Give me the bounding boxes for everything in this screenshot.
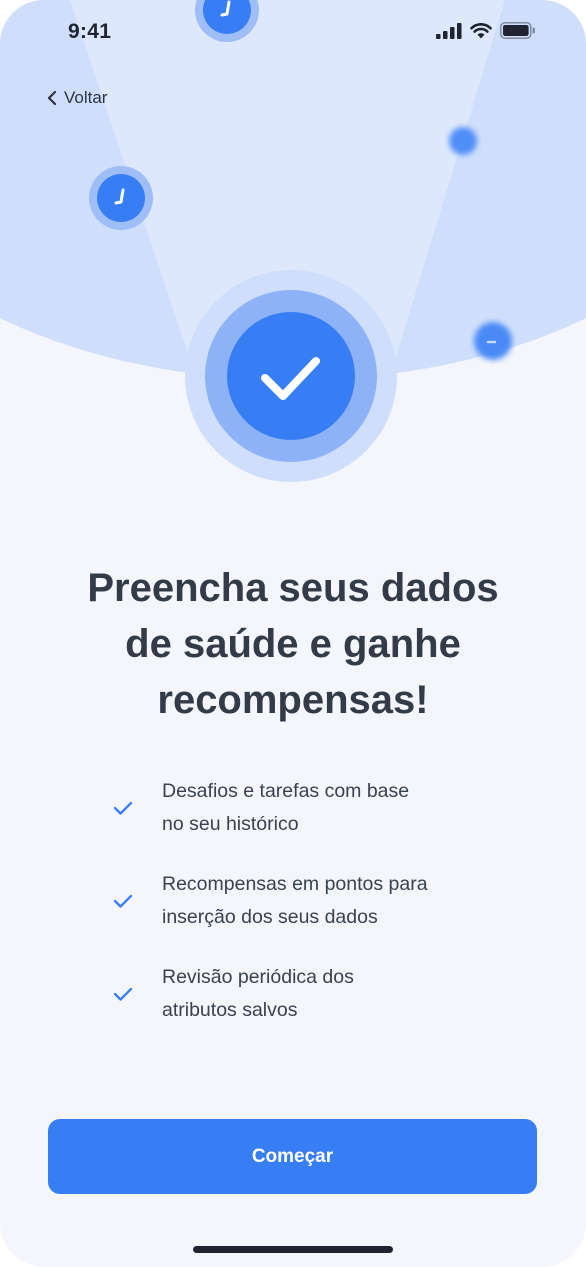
status-icons (436, 22, 536, 39)
feature-item: Revisão periódica dos atributos salvos (112, 961, 492, 1027)
cellular-signal-icon (436, 22, 462, 39)
chevron-left-icon (47, 90, 57, 106)
feature-item: Desafios e tarefas com base no seu histó… (112, 775, 492, 841)
back-button[interactable]: Voltar (46, 88, 107, 108)
home-indicator[interactable] (193, 1246, 393, 1253)
check-icon (112, 893, 162, 909)
phone-screen: 9:41 Voltar Preencha seus dados de saúde… (0, 0, 586, 1267)
back-label: Voltar (64, 88, 108, 107)
floating-blurred-clock-badge (470, 318, 516, 364)
hero-check-badge (185, 270, 397, 482)
start-button[interactable]: Começar (48, 1119, 537, 1194)
feature-text: Recompensas em pontos para inserção dos … (162, 873, 428, 928)
check-icon (112, 986, 162, 1002)
feature-text: Desafios e tarefas com base no seu histó… (162, 780, 410, 835)
status-bar: 9:41 (0, 0, 586, 66)
battery-icon (500, 22, 535, 39)
floating-clock-badge-left (89, 166, 153, 230)
feature-text: Revisão periódica dos atributos salvos (162, 966, 354, 1021)
wifi-icon (470, 22, 492, 38)
page-title: Preencha seus dados de saúde e ganhe rec… (87, 566, 499, 722)
floating-blurred-dot (444, 122, 482, 160)
feature-list: Desafios e tarefas com base no seu histó… (112, 775, 492, 1054)
check-icon (112, 800, 162, 816)
feature-item: Recompensas em pontos para inserção dos … (112, 868, 492, 934)
status-time: 9:41 (68, 20, 112, 43)
